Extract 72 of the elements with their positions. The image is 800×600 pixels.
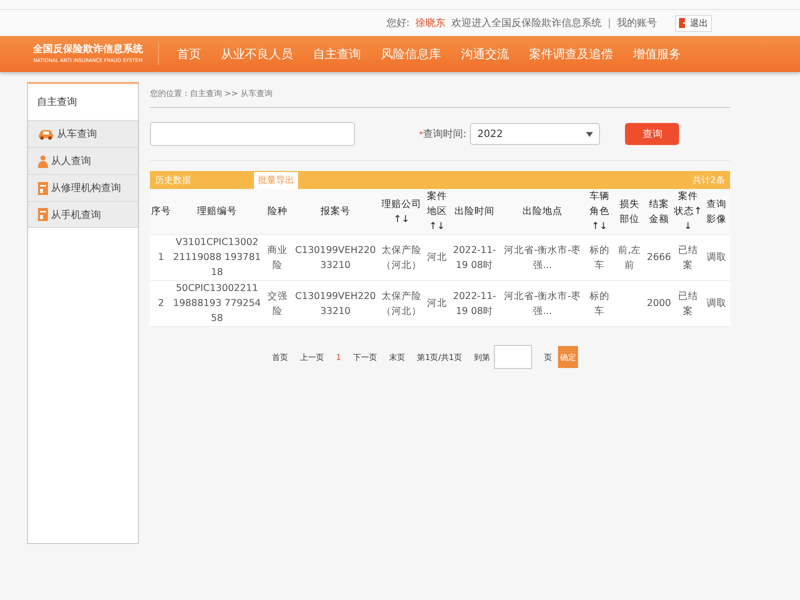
column-header[interactable]: 案件地区↑↓ — [425, 189, 449, 234]
table-cell: 标的车 — [590, 244, 610, 270]
last-page-link[interactable]: 末页 — [389, 352, 406, 362]
table-cell: 已结案 — [678, 290, 698, 316]
column-header[interactable]: 结案金额 — [645, 189, 673, 234]
goto-label: 到第 — [474, 352, 490, 362]
table-cell: C130199VEH22033210 — [295, 244, 376, 270]
table-cell: 50CPIC1300221119888193 77925458 — [173, 283, 261, 324]
column-header[interactable]: 理赔公司↑↓ — [378, 189, 425, 234]
table-cell: 2022-11-19 08时 — [452, 290, 496, 316]
column-header[interactable]: 序号 — [150, 189, 172, 234]
page-unit: 页 — [544, 352, 552, 362]
column-header[interactable]: 出险时间 — [449, 189, 500, 234]
table-cell: C130199VEH22033210 — [295, 290, 376, 316]
page-info: 第1页/共1页 — [417, 352, 462, 362]
table-cell: 2666 — [646, 252, 672, 263]
column-header[interactable]: 车辆角色↑↓ — [585, 189, 614, 234]
sidebar-item[interactable]: 从人查询 — [28, 147, 138, 174]
logout-button[interactable]: 退出 — [675, 14, 712, 32]
column-header[interactable]: 案件状态↑↓ — [673, 189, 703, 234]
caret-icon — [586, 132, 594, 136]
next-page-link[interactable]: 下一页 — [353, 352, 378, 362]
view-image-link[interactable]: 调取 — [706, 298, 726, 309]
breadcrumb: 您的位置：自主查询 >> 从车查询 — [150, 82, 730, 108]
user-link[interactable]: 徐晓东 — [416, 16, 446, 30]
time-label: 查询时间: — [423, 128, 466, 141]
table-cell: 河北省-衡水市-枣强... — [504, 244, 581, 270]
sidebar-title: 自主查询 — [36, 96, 78, 110]
column-header[interactable]: 查询影像 — [703, 189, 730, 234]
table-cell: 前,左前 — [618, 244, 642, 270]
table-cell: 2 — [158, 298, 164, 309]
table-cell: 太保产险（河北） — [382, 290, 422, 316]
table-cell: 商业险 — [268, 244, 288, 270]
column-header[interactable]: 险种 — [262, 189, 293, 234]
greeting-text: 您好: — [386, 17, 410, 30]
column-header[interactable]: 报案号 — [293, 189, 378, 234]
column-header[interactable]: 损失部位 — [614, 189, 645, 234]
search-field[interactable] — [150, 122, 355, 146]
first-page-link[interactable]: 首页 — [272, 352, 288, 362]
table-cell: 1 — [158, 252, 164, 263]
table-cell: 交强险 — [268, 290, 288, 316]
total-count: 共计2条 — [692, 174, 725, 186]
column-header[interactable]: 出险地点 — [500, 189, 585, 234]
previous-page-link[interactable]: 上一页 — [300, 352, 324, 362]
year-select[interactable]: 2022 — [470, 123, 600, 145]
table-cell: 河北省-衡水市-枣强... — [504, 290, 581, 316]
sidebar-item[interactable]: 从修理机构查询 — [28, 174, 138, 201]
required-mark: * — [419, 130, 423, 138]
account-link[interactable]: 我的账号 — [617, 16, 657, 30]
table-cell: 2022-11-19 08时 — [452, 244, 496, 270]
results-title: 历史数据 — [155, 174, 191, 186]
separator: | — [608, 18, 611, 28]
document-icon — [38, 182, 48, 194]
column-header[interactable]: 理赔编号 — [172, 189, 262, 234]
query-button[interactable]: 查询 — [625, 123, 680, 145]
table-cell: 河北 — [427, 298, 447, 309]
sidebar-item[interactable]: 从手机查询 — [28, 201, 138, 228]
car-icon — [38, 128, 54, 140]
table-cell: V3101CPIC1300221119088 19378118 — [173, 237, 261, 278]
page-input[interactable] — [494, 345, 532, 369]
table-cell: 标的车 — [590, 290, 610, 316]
person-icon — [38, 154, 48, 168]
table-cell: 已结案 — [678, 244, 698, 270]
welcome-text: 欢迎进入全国反保险欺诈信息系统 — [452, 16, 602, 30]
table-cell: 河北 — [427, 252, 447, 263]
view-image-link[interactable]: 调取 — [706, 252, 726, 263]
document-icon — [38, 208, 48, 221]
table-cell: 太保产险（河北） — [382, 244, 422, 270]
page-number[interactable]: 1 — [336, 352, 342, 362]
table-cell: 2000 — [646, 298, 672, 309]
sidebar-item[interactable]: 从车查询 — [28, 120, 138, 147]
logout-icon — [679, 18, 688, 28]
